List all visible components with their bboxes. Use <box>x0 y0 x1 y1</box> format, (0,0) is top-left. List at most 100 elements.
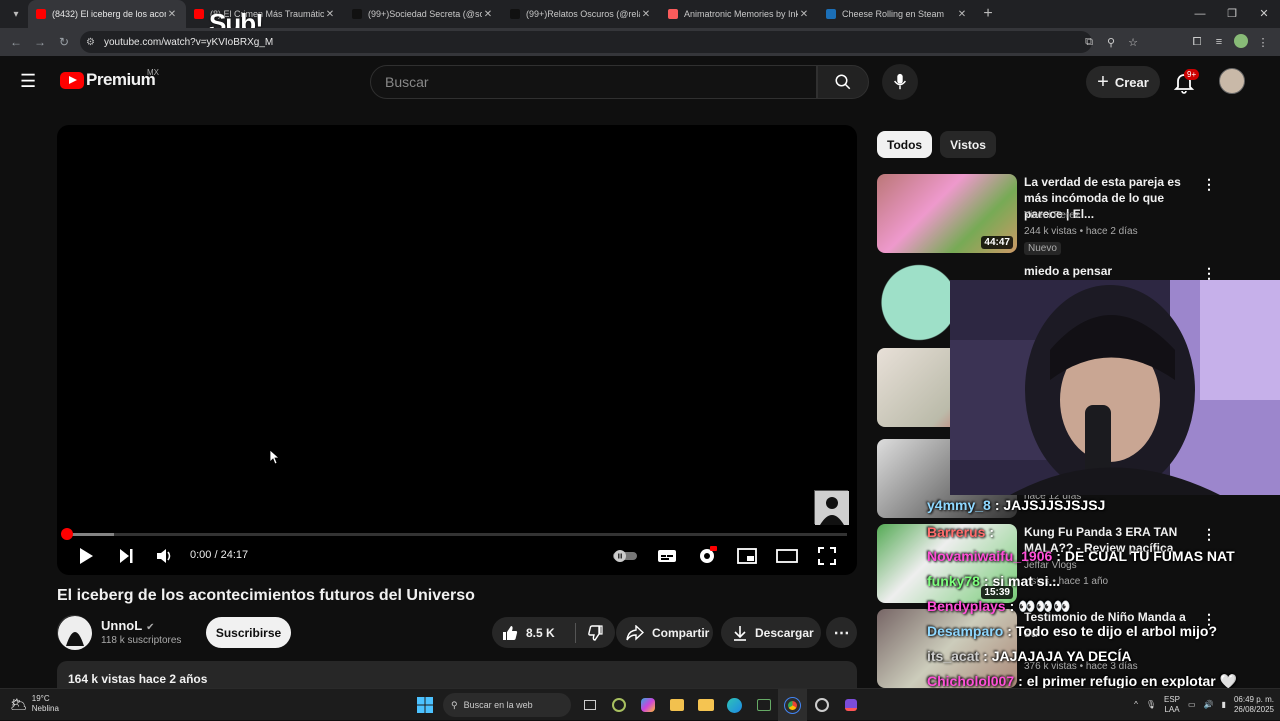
volume-button[interactable] <box>152 543 178 569</box>
mic-tray-icon[interactable]: 🎙 <box>1146 700 1156 710</box>
tab-close-icon[interactable]: ✕ <box>482 9 494 20</box>
weather-temp: 19°C <box>31 694 50 703</box>
autoplay-toggle-icon <box>613 550 637 562</box>
xbox-icon[interactable] <box>749 689 778 721</box>
channel-avatar[interactable] <box>57 615 92 650</box>
media-icon[interactable]: ≡ <box>1208 36 1230 48</box>
fullscreen-button[interactable] <box>814 543 840 569</box>
browser-tab[interactable]: (99+)Relatos Oscuros (@relato ✕ <box>502 0 660 28</box>
channel-watermark[interactable] <box>814 490 849 525</box>
app-purple-icon[interactable] <box>836 689 865 721</box>
omnibox-actions: ⧉ ⚲ ☆ <box>1078 28 1144 56</box>
windows-taskbar: 🌥 19°C Neblina ⚲ Buscar en la web ^ 🎙 ESP… <box>0 688 1280 721</box>
store-icon[interactable] <box>662 689 691 721</box>
chip-todos[interactable]: Todos <box>877 131 933 158</box>
more-options-icon[interactable]: ⋮ <box>1202 526 1216 543</box>
video-thumbnail[interactable]: 44:47 <box>877 174 1017 253</box>
autoplay-toggle[interactable] <box>610 543 640 569</box>
tab-close-icon[interactable]: ✕ <box>798 9 810 20</box>
steam-icon[interactable] <box>807 689 836 721</box>
more-actions-button[interactable]: ⋯ <box>826 617 857 648</box>
clock[interactable]: 06:49 p. m. 26/08/2025 <box>1234 695 1274 715</box>
reload-icon[interactable]: ↻ <box>52 35 76 49</box>
chat-username: y4mmy_8 <box>927 497 991 513</box>
chat-message: Barrerus: <box>927 524 994 540</box>
account-avatar[interactable] <box>1219 68 1245 94</box>
browser-tab[interactable]: (99+)Sociedad Secreta (@socie✕ <box>344 0 502 28</box>
channel-name-row[interactable]: UnnoL ✔ <box>101 618 155 633</box>
voice-search-button[interactable] <box>882 64 918 100</box>
theater-mode-button[interactable] <box>774 543 800 569</box>
subscribe-button[interactable]: Suscribirse <box>206 617 291 648</box>
bookmark-star-icon[interactable]: ☆ <box>1122 36 1144 49</box>
chat-text: : si mat si... <box>983 573 1061 589</box>
edge-icon[interactable] <box>720 689 749 721</box>
new-tab-button[interactable]: + <box>976 5 1000 23</box>
site-info-icon[interactable]: ⚙ <box>86 37 100 48</box>
menu-icon[interactable]: ☰ <box>20 72 40 90</box>
youtube-premium-logo[interactable]: Premium MX <box>60 68 159 90</box>
volume-tray-icon[interactable]: 🔊 <box>1204 700 1214 710</box>
rec-title[interactable]: miedo a pensar <box>1024 263 1199 279</box>
chrome-menu-icon[interactable]: ⋮ <box>1252 36 1274 49</box>
app-green-icon[interactable] <box>604 689 633 721</box>
extensions-icon[interactable]: ⧠ <box>1186 36 1208 49</box>
next-button[interactable] <box>113 543 139 569</box>
system-tray: ^ 🎙 ESP LAA ▭ 🔊 ▮ 06:49 p. m. 26/08/2025 <box>1126 689 1274 721</box>
network-icon[interactable]: ▭ <box>1188 700 1196 710</box>
zoom-icon[interactable]: ⚲ <box>1100 36 1122 49</box>
channel-name: UnnoL <box>101 618 143 633</box>
install-app-icon[interactable]: ⧉ <box>1078 36 1100 49</box>
chat-text: : JAJAJAJA YA DECÍA <box>983 648 1132 664</box>
weather-widget[interactable]: 🌥 19°C Neblina <box>10 694 59 714</box>
minimize-icon[interactable]: — <box>1184 0 1216 28</box>
chat-text: : JAJSJJSJSJSJ <box>994 497 1106 513</box>
browser-tab[interactable]: (8432) El iceberg de los acontec✕ <box>28 0 186 28</box>
task-view-icon[interactable] <box>575 689 604 721</box>
back-icon[interactable]: ← <box>4 35 28 49</box>
search-button[interactable] <box>817 65 869 99</box>
chat-message: funky78: si mat si... <box>927 573 1060 589</box>
copilot-icon[interactable] <box>633 689 662 721</box>
close-window-icon[interactable]: ✕ <box>1248 0 1280 28</box>
tab-close-icon[interactable]: ✕ <box>640 9 652 20</box>
rec-channel[interactable]: Yiseni Perez <box>1024 210 1080 221</box>
url-bar[interactable]: ⚙ youtube.com/watch?v=yKVIoBRXg_M <box>80 31 1092 53</box>
subtitles-button[interactable] <box>654 543 680 569</box>
chrome-icon[interactable] <box>778 689 807 721</box>
tray-chevron-icon[interactable]: ^ <box>1134 700 1138 710</box>
taskbar-apps: ⚲ Buscar en la web <box>410 689 865 721</box>
taskbar-search[interactable]: ⚲ Buscar en la web <box>443 693 571 717</box>
address-bar-row: ← → ↻ ⚙ youtube.com/watch?v=yKVIoBRXg_M … <box>0 28 1280 56</box>
scrubber-handle[interactable] <box>61 528 73 540</box>
file-explorer-icon[interactable] <box>691 689 720 721</box>
like-button[interactable]: 8.5 K <box>492 622 576 643</box>
language-indicator[interactable]: ESP LAA <box>1164 695 1180 715</box>
settings-button[interactable] <box>694 543 720 569</box>
browser-tab[interactable]: Cheese Rolling en Steam ✕ <box>818 0 976 28</box>
search-input[interactable] <box>370 65 817 99</box>
progress-bar[interactable] <box>61 528 847 540</box>
create-button[interactable]: + Crear <box>1086 66 1160 98</box>
tab-close-icon[interactable]: ✕ <box>956 9 968 20</box>
battery-icon[interactable]: ▮ <box>1222 700 1226 710</box>
share-button[interactable]: Compartir <box>616 617 713 648</box>
maximize-icon[interactable]: ❐ <box>1216 0 1248 28</box>
tab-close-icon[interactable]: ✕ <box>166 9 178 20</box>
dislike-button[interactable] <box>576 624 614 641</box>
download-button[interactable]: Descargar <box>721 617 821 648</box>
forward-icon[interactable]: → <box>28 35 52 49</box>
tab-close-icon[interactable]: ✕ <box>324 9 336 20</box>
start-button[interactable] <box>410 689 439 721</box>
download-label: Descargar <box>755 625 814 640</box>
miniplayer-button[interactable] <box>734 543 760 569</box>
video-player[interactable]: 0:00 / 24:17 <box>57 125 857 575</box>
chip-vistos[interactable]: Vistos <box>940 131 996 158</box>
profile-icon[interactable] <box>1230 33 1252 51</box>
more-options-icon[interactable]: ⋮ <box>1202 176 1216 193</box>
browser-tab[interactable]: Animatronic Memories by Inks ✕ <box>660 0 818 28</box>
recommendation-item[interactable]: 44:47 La verdad de esta pareja es más inc… <box>877 174 1270 255</box>
tab-search-icon[interactable]: ▾ <box>4 4 28 24</box>
play-button[interactable] <box>73 543 99 569</box>
taskbar-search-icon: ⚲ <box>451 699 458 710</box>
